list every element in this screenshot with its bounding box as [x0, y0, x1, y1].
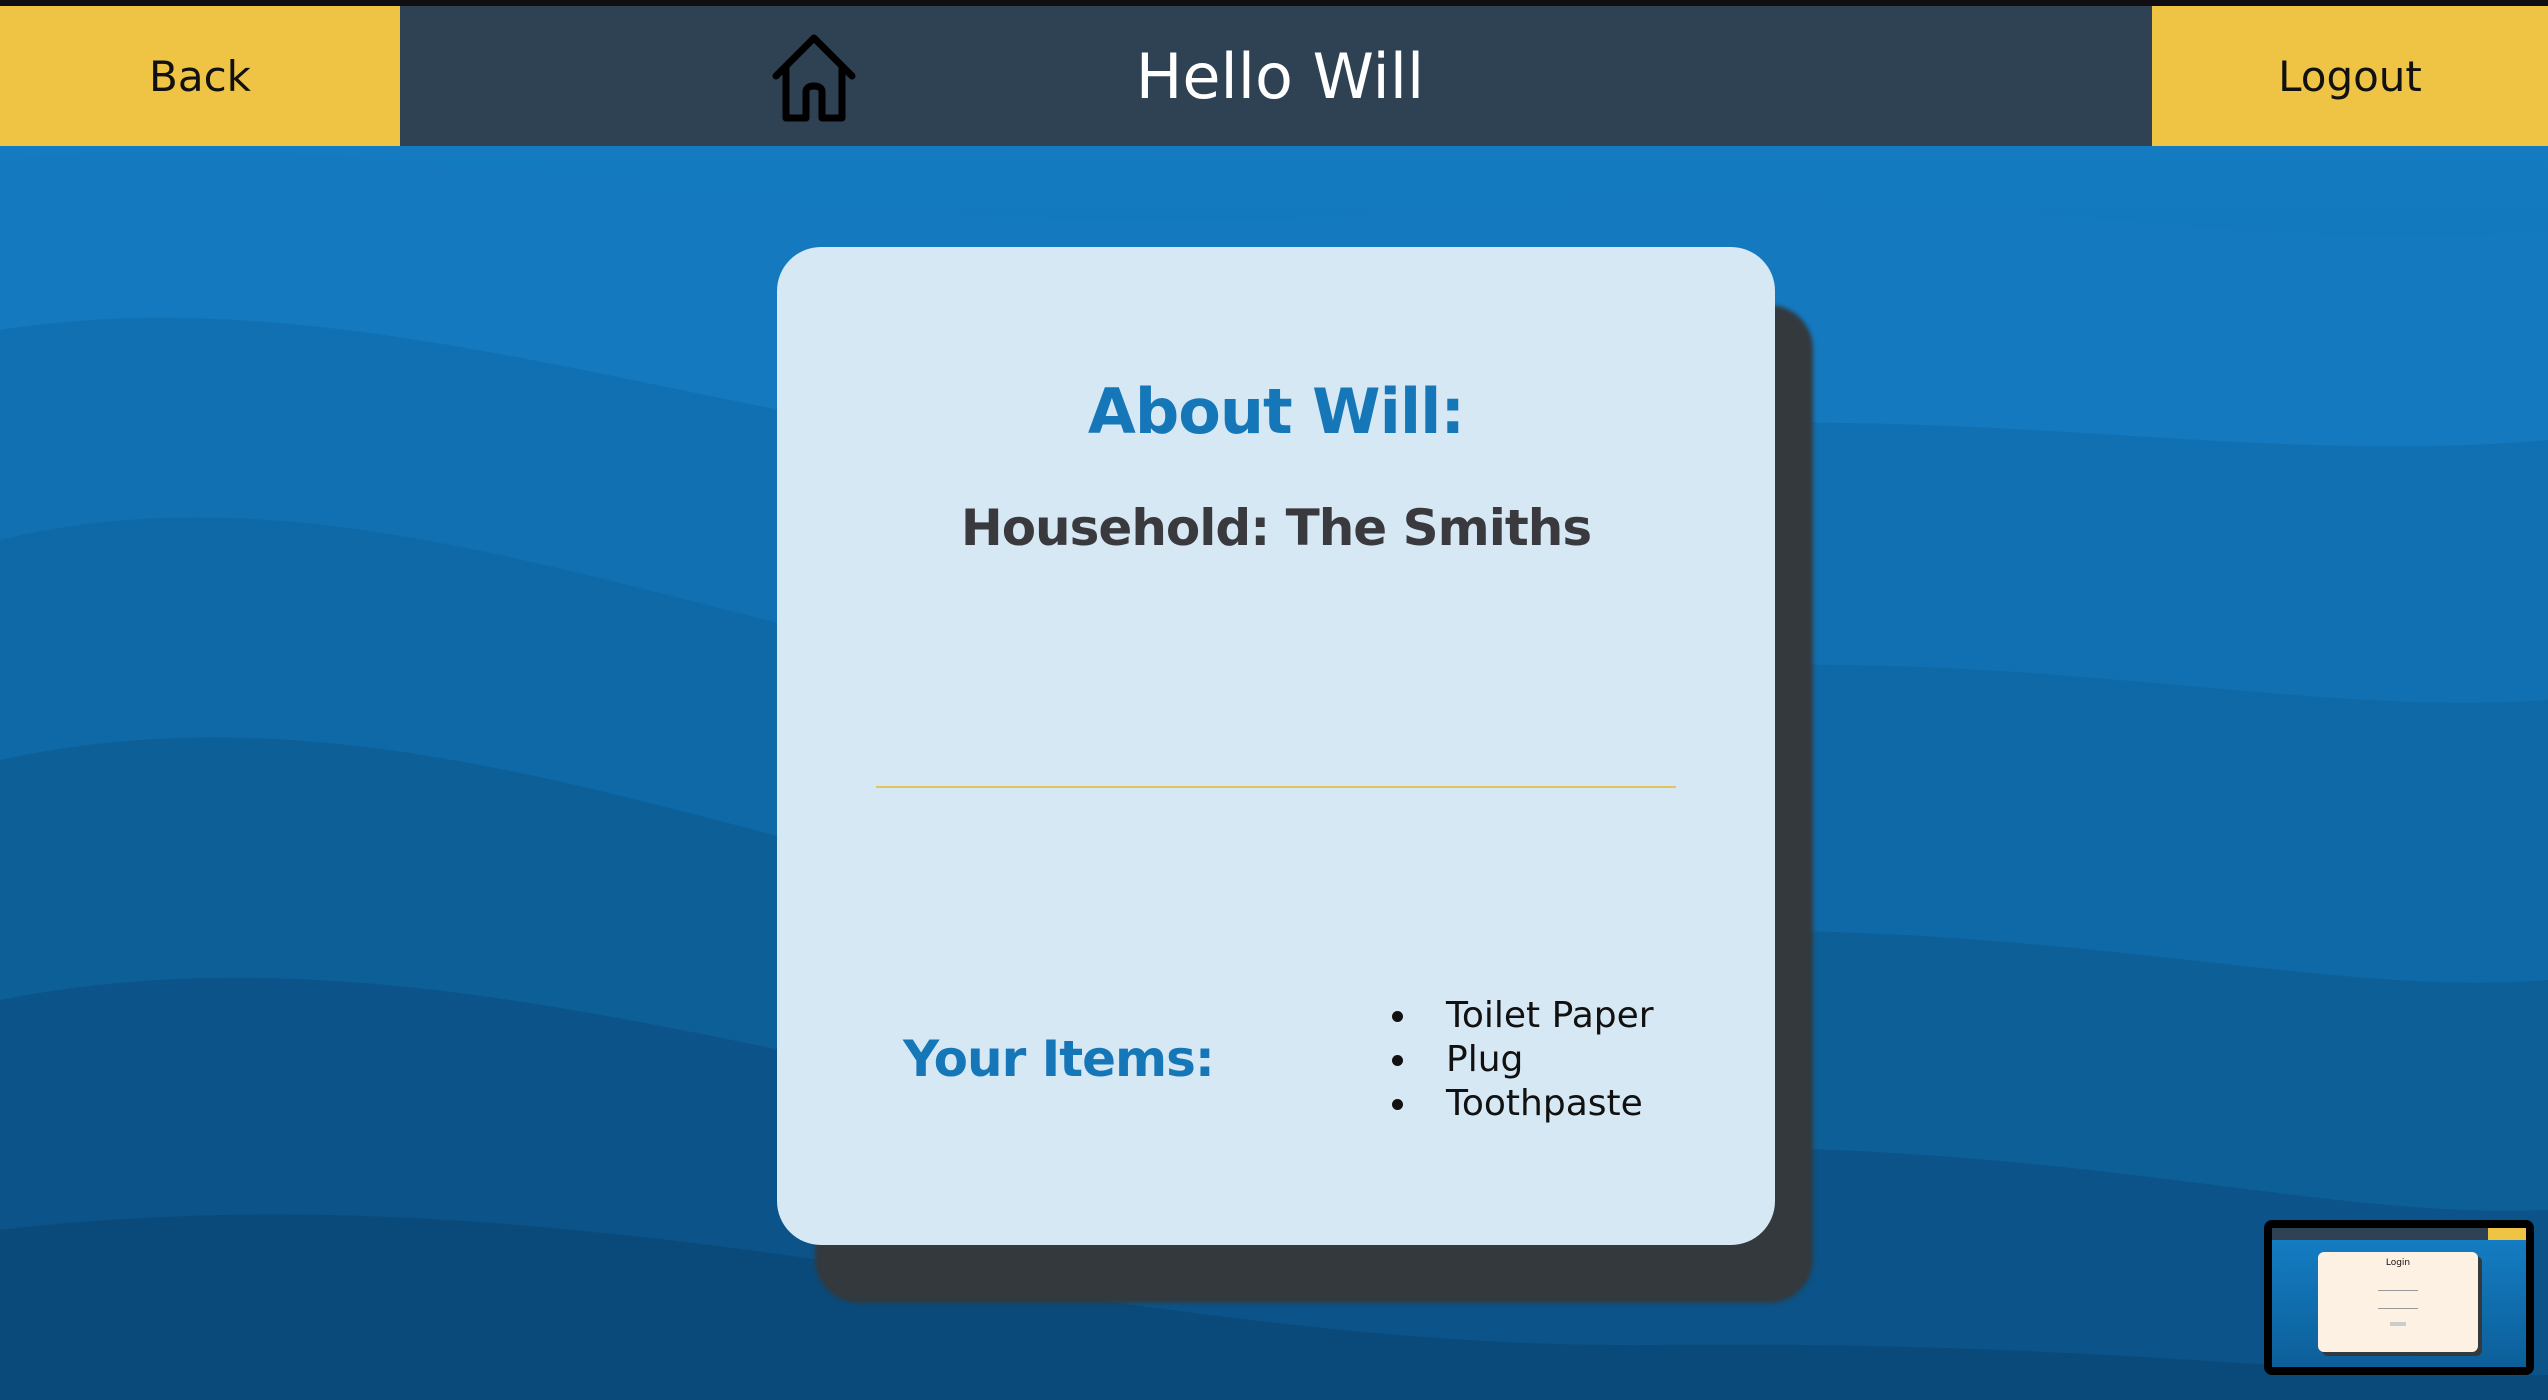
logout-button[interactable]: Logout: [2152, 6, 2548, 146]
list-item: Plug: [1392, 1038, 1654, 1082]
back-button[interactable]: Back: [0, 6, 400, 146]
thumbnail-button: [2390, 1322, 2406, 1326]
thumbnail-field-line: [2378, 1308, 2418, 1309]
household-label: Household: The Smiths: [960, 499, 1592, 557]
list-item: Toothpaste: [1392, 1082, 1654, 1126]
thumbnail-header-button: [2488, 1228, 2526, 1240]
items-list: Toilet Paper Plug Toothpaste: [1392, 994, 1654, 1126]
home-icon[interactable]: [766, 30, 862, 124]
items-heading: Your Items:: [903, 1030, 1215, 1088]
page-preview-thumbnail[interactable]: Login: [2264, 1220, 2534, 1375]
app-screen: Back Hello Will Logout About Will: House…: [0, 0, 2548, 1400]
thumbnail-title: Login: [2385, 1258, 2411, 1268]
divider: [876, 786, 1676, 788]
profile-card: About Will: Household: The Smiths Your I…: [777, 247, 1775, 1245]
top-nav-bar: Back Hello Will Logout: [0, 6, 2548, 146]
greeting-title: Hello Will: [1135, 39, 1425, 113]
thumbnail-field-line: [2378, 1290, 2418, 1291]
thumbnail-header: [2272, 1228, 2526, 1240]
thumbnail-card: Login: [2318, 1252, 2478, 1352]
thumbnail-screen: Login: [2272, 1228, 2526, 1367]
about-title: About Will:: [1087, 375, 1465, 448]
list-item: Toilet Paper: [1392, 994, 1654, 1038]
